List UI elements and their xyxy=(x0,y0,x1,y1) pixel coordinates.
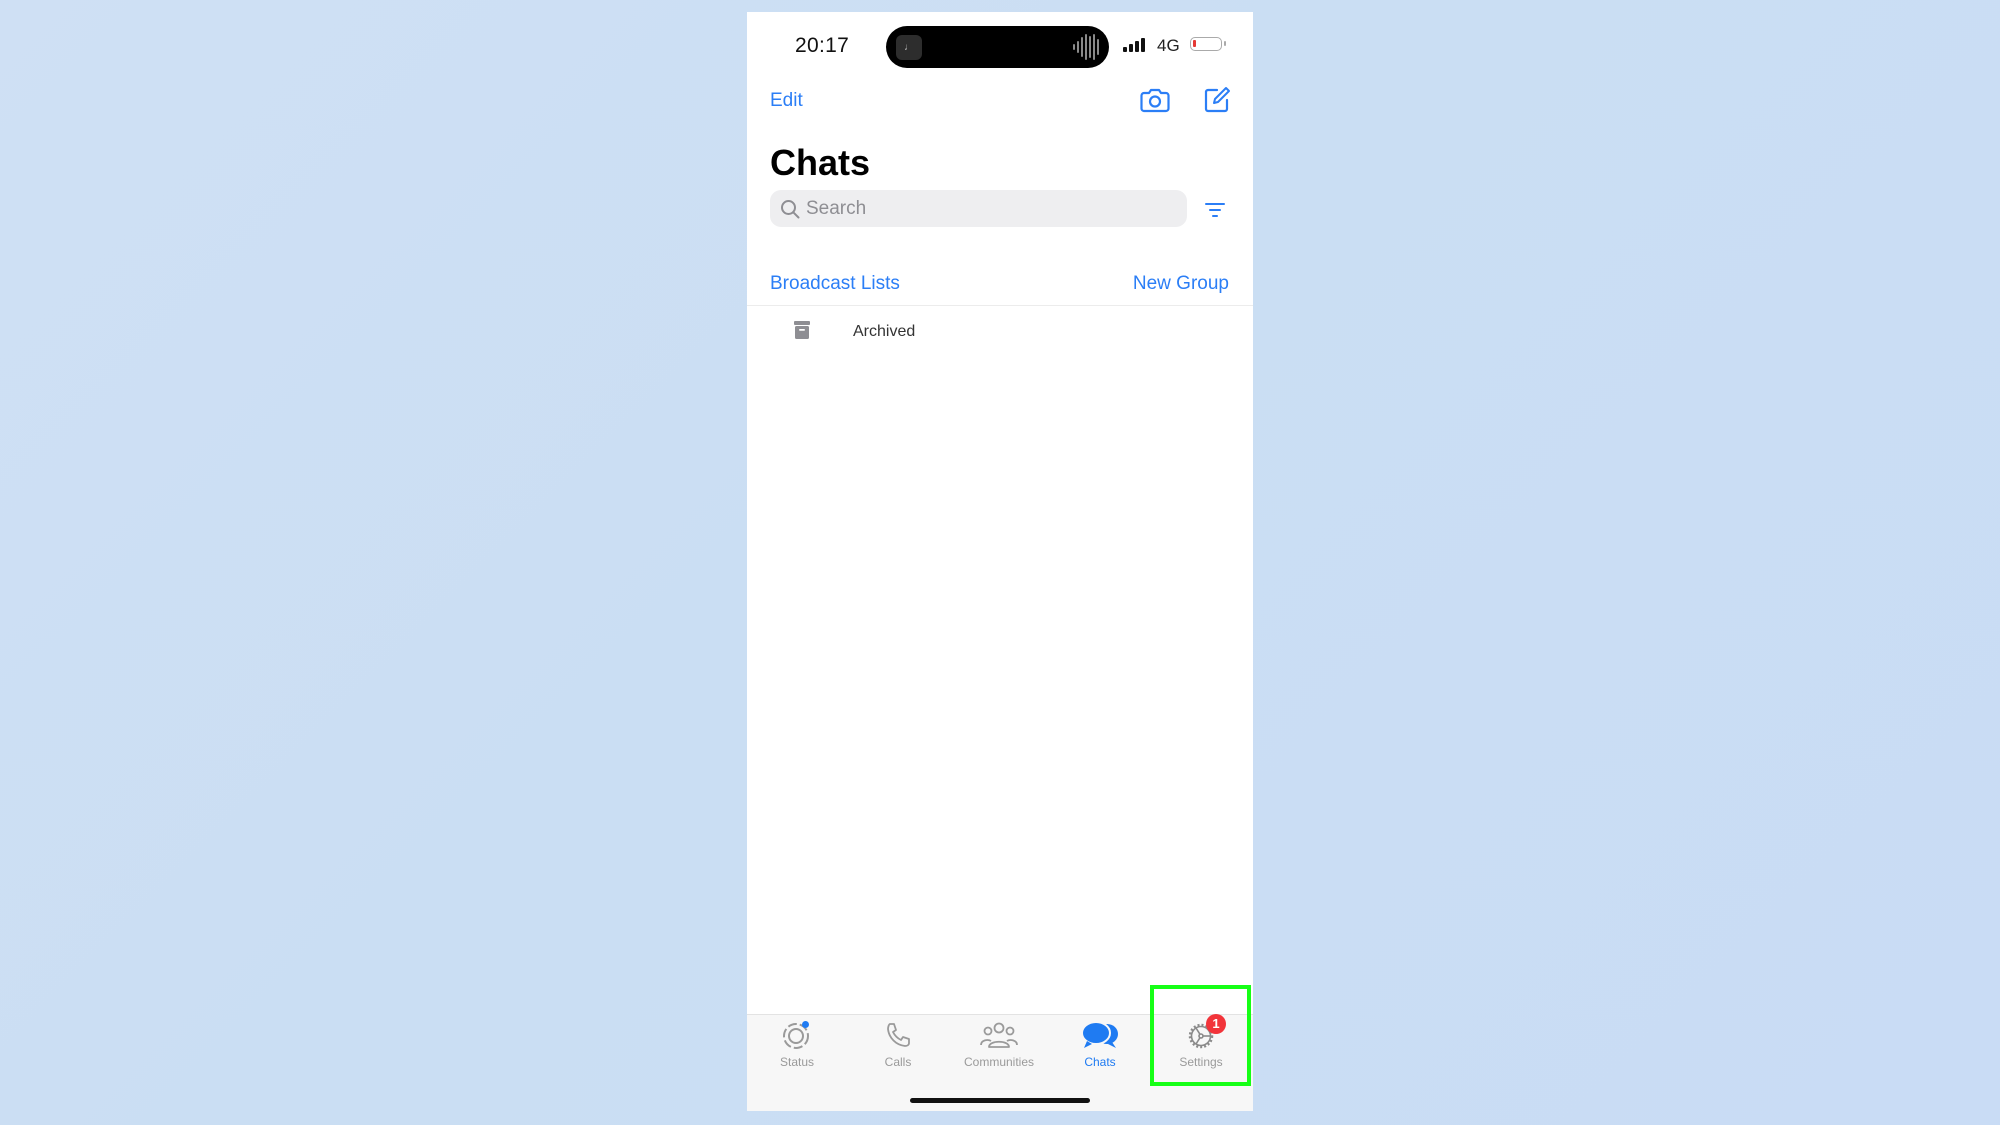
chat-bubbles-icon xyxy=(1080,1021,1120,1051)
settings-highlight-box xyxy=(1150,985,1251,1086)
tab-status[interactable]: Status xyxy=(747,1021,847,1077)
status-unread-dot xyxy=(802,1021,809,1028)
archived-row[interactable]: Archived xyxy=(747,306,1253,358)
cellular-signal-icon xyxy=(1123,38,1145,52)
tab-chats[interactable]: Chats xyxy=(1050,1021,1150,1077)
audio-waveform-icon xyxy=(1073,34,1099,60)
phone-icon xyxy=(881,1021,915,1051)
camera-icon xyxy=(1140,88,1170,113)
search-input[interactable] xyxy=(806,197,1166,220)
dynamic-island[interactable]: ♩ xyxy=(886,26,1109,68)
camera-button[interactable] xyxy=(1140,87,1170,113)
archived-label: Archived xyxy=(853,323,916,340)
battery-icon xyxy=(1190,37,1226,51)
archive-box-icon xyxy=(794,321,810,339)
page-title: Chats xyxy=(770,142,871,183)
filter-icon[interactable] xyxy=(1205,202,1225,218)
home-indicator[interactable] xyxy=(910,1098,1090,1103)
search-bar[interactable] xyxy=(770,190,1187,227)
compose-button[interactable] xyxy=(1203,86,1231,114)
music-note-icon: ♩ xyxy=(896,35,922,60)
communities-icon xyxy=(979,1021,1019,1051)
status-time: 20:17 xyxy=(795,34,850,57)
broadcast-lists-link[interactable]: Broadcast Lists xyxy=(770,273,900,295)
tab-calls[interactable]: Calls xyxy=(848,1021,948,1077)
new-group-link[interactable]: New Group xyxy=(1133,273,1229,295)
tab-communities[interactable]: Communities xyxy=(949,1021,1049,1077)
phone-screen: 20:17 ♩ 4G Edit Chats Search Broadcast L… xyxy=(747,12,1253,1111)
compose-icon xyxy=(1204,87,1230,113)
network-type: 4G xyxy=(1157,36,1180,55)
edit-button[interactable]: Edit xyxy=(770,90,803,112)
list-actions-row: Broadcast Lists New Group xyxy=(747,260,1253,306)
status-icon xyxy=(780,1021,814,1051)
search-icon xyxy=(781,199,800,218)
